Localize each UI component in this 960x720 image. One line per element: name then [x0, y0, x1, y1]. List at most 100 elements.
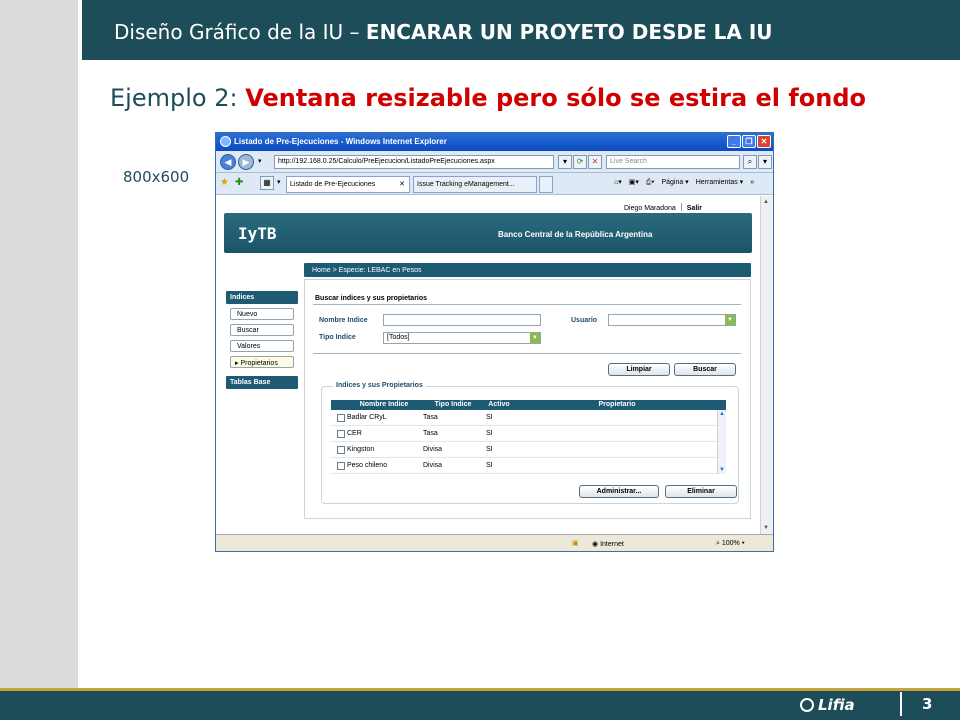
footer-divider: [900, 692, 902, 716]
header-bold: ENCARAR UN PROYETO DESDE LA IU: [365, 20, 773, 44]
table-row[interactable]: Kingston Divisa SI: [331, 442, 726, 458]
tipo-indice-select[interactable]: [Todos] ▼: [383, 332, 541, 344]
url-text: http://192.168.0.25/Calculo/PreEjecucion…: [278, 158, 495, 165]
scroll-up-icon[interactable]: ▲: [763, 199, 769, 205]
status-bar: ▣ ◉ Internet ⌕ 100% ▾: [216, 534, 773, 551]
zoom-value: 100%: [721, 540, 740, 547]
row-checkbox[interactable]: [337, 462, 345, 470]
col-activo[interactable]: Activo: [483, 401, 515, 408]
cell-activo: SI: [486, 462, 493, 469]
stop-icon[interactable]: ✕: [588, 155, 602, 169]
browser-titlebar: Listado de Pre-Ejecuciones - Windows Int…: [216, 133, 773, 151]
tab-list-icon[interactable]: ▾: [277, 178, 281, 186]
table-row[interactable]: CER Tasa SI: [331, 426, 726, 442]
tools-menu[interactable]: Herramientas ▾: [696, 179, 743, 186]
eliminar-button[interactable]: Eliminar: [665, 485, 737, 498]
refresh-icon[interactable]: ⟳: [573, 155, 587, 169]
table-row[interactable]: Badlar CRyL Tasa SI: [331, 410, 726, 426]
header-band: Diseño Gráfico de la IU – ENCARAR UN PRO…: [78, 0, 960, 60]
tab-close-icon[interactable]: ✕: [399, 180, 405, 188]
tab-issue-tracking[interactable]: Issue Tracking eManagement...: [413, 176, 537, 193]
search-input[interactable]: Live Search: [606, 155, 740, 169]
favorites-star-icon[interactable]: ★: [220, 177, 229, 188]
chevron-down-icon[interactable]: ▼: [530, 333, 540, 343]
nav-item-propietarios[interactable]: ▸ Propietarios: [230, 356, 294, 368]
scroll-down-icon[interactable]: ▼: [763, 525, 769, 531]
back-icon[interactable]: ◀: [220, 154, 236, 170]
history-dropdown-icon[interactable]: ▾: [258, 157, 262, 165]
page-scrollbar[interactable]: ▲ ▼: [760, 196, 773, 534]
slide-subtitle: Ejemplo 2: Ventana resizable pero sólo s…: [110, 84, 866, 112]
zone-text: Internet: [600, 541, 624, 548]
close-icon[interactable]: ✕: [757, 135, 771, 148]
left-sidebar-band: [0, 0, 78, 688]
page-content: Diego Maradona Salir IyTB Banco Central d…: [216, 196, 761, 534]
section-title: Buscar indices y sus propietarios: [315, 295, 428, 302]
scroll-up-icon[interactable]: ▲: [719, 411, 725, 417]
logout-link[interactable]: Salir: [687, 205, 702, 212]
app-banner: IyTB Banco Central de la República Argen…: [224, 213, 752, 253]
label-tipo-indice: Tipo Indice: [319, 334, 356, 341]
forward-icon[interactable]: ▶: [238, 154, 254, 170]
add-favorites-icon[interactable]: ✚: [235, 177, 243, 188]
row-checkbox[interactable]: [337, 446, 345, 454]
buscar-button[interactable]: Buscar: [674, 363, 736, 376]
subtitle-highlight: Ventana resizable pero sólo se estira el…: [245, 84, 867, 112]
security-icon: ▣: [572, 540, 579, 547]
lifia-logo-icon: [800, 698, 814, 712]
chevron-down-icon[interactable]: ▼: [725, 315, 735, 325]
tab-listado[interactable]: Listado de Pre-Ejecuciones ✕: [286, 176, 410, 193]
breadcrumb: Home > Especie: LEBAC en Pesos: [304, 263, 751, 277]
maximize-icon[interactable]: ❐: [742, 135, 756, 148]
slide-header-title: Diseño Gráfico de la IU – ENCARAR UN PRO…: [114, 20, 773, 44]
col-propietario[interactable]: Propietario: [517, 401, 717, 408]
more-icon[interactable]: »: [750, 179, 754, 186]
label-nombre-indice: Nombre Indice: [319, 317, 368, 324]
address-bar-row: ◀ ▶ ▾ http://192.168.0.25/Calculo/PreEje…: [216, 151, 773, 173]
quick-tabs-icon[interactable]: ▦: [260, 176, 274, 190]
zoom-control[interactable]: ⌕ 100% ▾: [716, 540, 745, 548]
url-input[interactable]: http://192.168.0.25/Calculo/PreEjecucion…: [274, 155, 554, 169]
nav-item-nuevo[interactable]: Nuevo: [230, 308, 294, 320]
feeds-icon[interactable]: ▣▾: [629, 179, 639, 186]
search-panel: Buscar indices y sus propietarios Nombre…: [304, 279, 751, 519]
print-icon[interactable]: ⎙▾: [646, 179, 655, 186]
page-menu[interactable]: Página ▾: [661, 179, 688, 186]
section-divider: [313, 304, 741, 305]
window-controls: _ ❐ ✕: [726, 135, 771, 148]
administrar-button[interactable]: Administrar...: [579, 485, 659, 498]
col-tipo-indice[interactable]: Tipo Indice: [423, 401, 483, 408]
minimize-icon[interactable]: _: [727, 135, 741, 148]
cell-nombre: Badlar CRyL: [347, 414, 387, 421]
nav-item-valores[interactable]: Valores: [230, 340, 294, 352]
search-icon[interactable]: ⌕: [743, 155, 757, 169]
row-checkbox[interactable]: [337, 414, 345, 422]
usuario-select[interactable]: ▼: [608, 314, 736, 326]
filter-divider: [313, 353, 741, 354]
bank-name: Banco Central de la República Argentina: [498, 230, 653, 239]
new-tab-button[interactable]: [539, 176, 553, 193]
cell-activo: SI: [486, 446, 493, 453]
row-checkbox[interactable]: [337, 430, 345, 438]
scroll-down-icon[interactable]: ▼: [719, 467, 725, 473]
left-nav: Indices Nuevo Buscar Valores ▸ Propietar…: [226, 291, 298, 389]
grid-header: Nombre Indice Tipo Indice Activo Propiet…: [331, 400, 726, 410]
grid-scrollbar[interactable]: ▲ ▼: [717, 410, 726, 474]
nav-item-buscar[interactable]: Buscar: [230, 324, 294, 336]
url-dropdown-icon[interactable]: ▾: [558, 155, 572, 169]
limpiar-button[interactable]: Limpiar: [608, 363, 670, 376]
command-bar: ⌂▾ ▣▾ ⎙▾ Página ▾ Herramientas ▾ »: [614, 178, 761, 187]
table-row[interactable]: Peso chileno Divisa SI: [331, 458, 726, 474]
nombre-indice-input[interactable]: [383, 314, 541, 326]
home-icon[interactable]: ⌂▾: [614, 179, 622, 186]
col-nombre-indice[interactable]: Nombre Indice: [347, 401, 421, 408]
cell-tipo: Tasa: [423, 414, 438, 421]
footer-logo: Lifia: [800, 696, 855, 714]
username: Diego Maradona: [624, 205, 676, 212]
user-separator: [680, 203, 682, 211]
search-placeholder: Live Search: [610, 158, 647, 165]
nav-header-tablas-base[interactable]: Tablas Base: [226, 376, 298, 389]
search-options-icon[interactable]: ▾: [758, 155, 772, 169]
size-label: 800x600: [123, 168, 190, 186]
nav-item-label: Propietarios: [240, 360, 278, 367]
